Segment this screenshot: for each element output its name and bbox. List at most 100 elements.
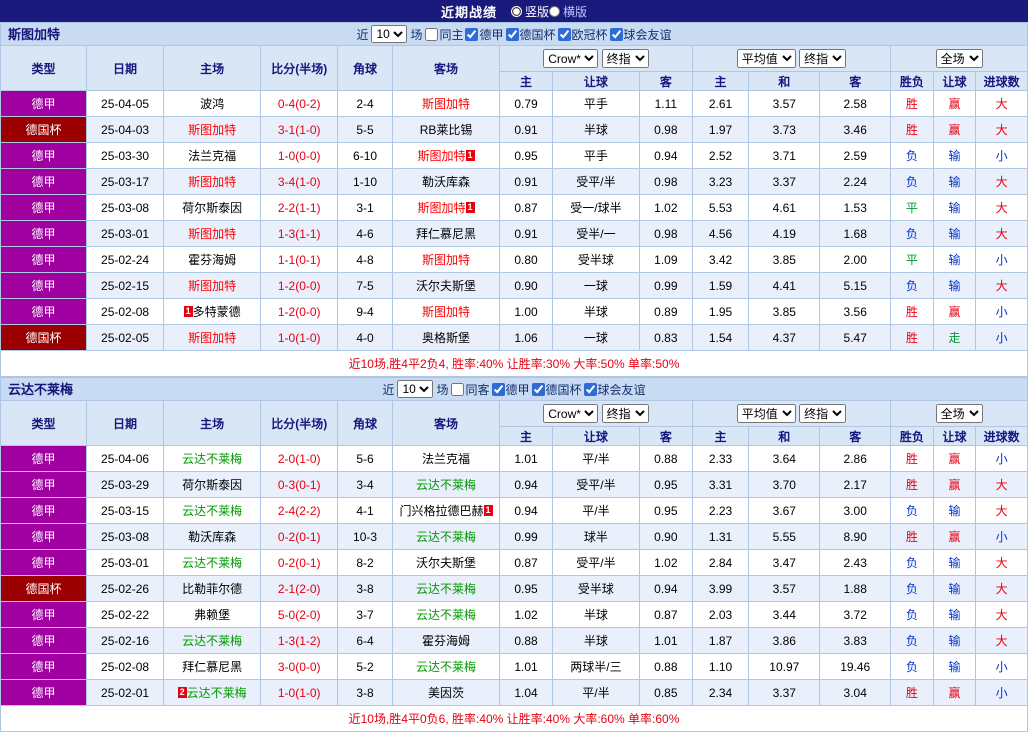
home-team-cell: 波鸿 xyxy=(163,90,262,117)
average-stage-select[interactable]: 终指 xyxy=(799,49,847,68)
layout-radio-vertical[interactable]: 竖版 xyxy=(510,3,549,20)
score-cell: 1-1(0-1) xyxy=(260,246,339,273)
filter-prefix-label: 近 xyxy=(356,27,369,42)
summary-row: 近10场,胜4平0负6, 胜率:40% 让胜率:40% 大率:60% 单率:60… xyxy=(0,705,1028,732)
subcol-winlose: 胜负 xyxy=(890,71,934,91)
league-cell: 德甲 xyxy=(0,220,88,247)
match-count-select[interactable]: 10 xyxy=(397,380,434,398)
layout-radio-horizontal[interactable]: 横版 xyxy=(549,3,587,20)
filter-checkbox-input[interactable] xyxy=(609,27,623,41)
goals-result-cell: 大 xyxy=(975,168,1028,195)
filter-suffix-label: 场 xyxy=(410,27,423,42)
score-cell: 1-2(0-0) xyxy=(260,298,339,325)
handicap-result-cell: 输 xyxy=(932,549,977,576)
away-team-cell: 拜仁慕尼黑 xyxy=(391,220,501,247)
home-team-cell: 云达不莱梅 xyxy=(163,497,262,524)
odds-home-cell: 0.94 xyxy=(499,497,553,524)
avg-home-cell: 1.31 xyxy=(691,523,750,550)
away-team-cell: 门兴格拉德巴赫 1 xyxy=(391,497,501,524)
avg-home-cell: 2.23 xyxy=(691,497,750,524)
league-cell: 德甲 xyxy=(0,194,88,221)
team-name-text: 拜仁慕尼黑 xyxy=(182,660,243,674)
avg-away-cell: 2.17 xyxy=(819,471,892,498)
team-name-text: 斯图加特 xyxy=(188,227,237,241)
team-name-text: 斯图加特 xyxy=(188,331,237,345)
score-cell: 1-3(1-1) xyxy=(260,220,339,247)
filter-checkbox-input[interactable] xyxy=(425,27,439,41)
filter-checkbox-德甲[interactable]: 德甲 xyxy=(491,381,530,398)
odds-away-cell: 0.88 xyxy=(638,445,693,472)
team-name-text: 比勒菲尔德 xyxy=(182,582,243,596)
filter-checkbox-input[interactable] xyxy=(451,382,465,396)
bookmaker-select[interactable]: Crow* xyxy=(543,404,599,423)
winlose-result-cell: 负 xyxy=(890,168,934,195)
red-card-badge: 2 xyxy=(177,687,187,698)
filter-checkbox-input[interactable] xyxy=(465,27,479,41)
fulltime-select[interactable]: 全场 xyxy=(935,49,983,68)
filter-checkbox-input[interactable] xyxy=(557,27,571,41)
match-row: 德甲 25-02-24 霍芬海姆 1-1(0-1) 4-8 斯图加特 0.80 受半球 1.09… xyxy=(0,246,1028,273)
away-team-cell: 斯图加特 xyxy=(391,298,501,325)
goals-result-cell: 小 xyxy=(975,298,1028,325)
filter-checkbox-label: 同主 xyxy=(439,27,464,42)
filter-checkbox-德国杯[interactable]: 德国杯 xyxy=(531,381,582,398)
home-team-cell: 荷尔斯泰因 xyxy=(163,471,262,498)
bookmaker-stage-select[interactable]: 终指 xyxy=(601,404,649,423)
filter-checkbox-球会友谊[interactable]: 球会友谊 xyxy=(609,26,672,43)
summary-text: 近10场,胜4平0负6, 胜率:40% 让胜率:40% 大率:60% 单率:60… xyxy=(0,705,1028,732)
layout-radio-input[interactable] xyxy=(549,5,560,17)
average-stage-select[interactable]: 终指 xyxy=(799,404,847,423)
avg-home-cell: 4.56 xyxy=(691,220,750,247)
match-row: 德国杯 25-02-05 斯图加特 1-0(1-0) 4-0 奥格斯堡 1.06 一球 0.83… xyxy=(0,324,1028,351)
away-team-cell: 云达不莱梅 xyxy=(391,601,501,628)
odds-home-cell: 1.04 xyxy=(499,679,553,706)
filter-checkbox-label: 球会友谊 xyxy=(623,27,672,42)
fulltime-select[interactable]: 全场 xyxy=(935,404,983,423)
home-team-cell: 斯图加特 xyxy=(163,168,262,195)
layout-radio-input[interactable] xyxy=(510,5,522,17)
filter-checkbox-input[interactable] xyxy=(505,27,519,41)
filter-checkbox-input[interactable] xyxy=(491,382,505,396)
date-cell: 25-02-26 xyxy=(86,575,165,602)
league-cell: 德甲 xyxy=(0,653,88,680)
filter-checkbox-同主[interactable]: 同主 xyxy=(425,26,463,43)
league-cell: 德甲 xyxy=(0,246,88,273)
odds-away-cell: 0.83 xyxy=(638,324,693,351)
score-cell: 1-2(0-0) xyxy=(260,272,339,299)
odds-away-cell: 0.98 xyxy=(638,168,693,195)
date-cell: 25-03-30 xyxy=(86,142,165,169)
filter-checkbox-欧冠杯[interactable]: 欧冠杯 xyxy=(557,26,608,43)
odds-away-cell: 1.09 xyxy=(638,246,693,273)
bookmaker-select[interactable]: Crow* xyxy=(543,49,599,68)
average-select[interactable]: 平均值 xyxy=(736,404,796,423)
away-team-cell: 云达不莱梅 xyxy=(391,523,501,550)
corners-cell: 7-5 xyxy=(337,272,393,299)
away-team-cell: 霍芬海姆 xyxy=(391,627,501,654)
filter-checkbox-球会友谊[interactable]: 球会友谊 xyxy=(583,381,646,398)
col-header-home: 主场 xyxy=(163,400,262,446)
handicap-result-cell: 输 xyxy=(932,220,977,247)
avg-draw-cell: 10.97 xyxy=(748,653,821,680)
avg-away-cell: 1.53 xyxy=(819,194,892,221)
odds-away-cell: 0.90 xyxy=(638,523,693,550)
subcol-avg-draw: 和 xyxy=(748,426,821,446)
filter-checkbox-input[interactable] xyxy=(531,382,545,396)
filter-checkbox-德甲[interactable]: 德甲 xyxy=(465,26,504,43)
filter-checkbox-德国杯[interactable]: 德国杯 xyxy=(505,26,556,43)
average-select[interactable]: 平均值 xyxy=(736,49,796,68)
handicap-result-cell: 赢 xyxy=(932,679,977,706)
filter-checkbox-同客[interactable]: 同客 xyxy=(451,381,490,398)
match-row: 德甲 25-03-17 斯图加特 3-4(1-0) 1-10 勒沃库森 0.91 受平/半 0.… xyxy=(0,168,1028,195)
fulltime-result-group: 全场 xyxy=(890,400,1028,427)
avg-home-cell: 5.53 xyxy=(691,194,750,221)
match-row: 德甲 25-03-29 荷尔斯泰因 0-3(0-1) 3-4 云达不莱梅 0.94 受平/半 0… xyxy=(0,471,1028,498)
score-cell: 0-2(0-1) xyxy=(260,523,339,550)
filter-checkbox-input[interactable] xyxy=(583,382,597,396)
bookmaker-stage-select[interactable]: 终指 xyxy=(601,49,649,68)
team-name-text: 拜仁慕尼黑 xyxy=(416,227,477,241)
match-count-select[interactable]: 10 xyxy=(371,25,408,43)
section-header: 云达不莱梅 近 10 场 同客 德甲 德国杯 球会友谊 xyxy=(0,377,1028,400)
team-name-text: 法兰克福 xyxy=(422,452,471,466)
handicap-result-cell: 输 xyxy=(932,142,977,169)
match-row: 德甲 25-04-06 云达不莱梅 2-0(1-0) 5-6 法兰克福 1.01 平/半 0.8… xyxy=(0,445,1028,472)
